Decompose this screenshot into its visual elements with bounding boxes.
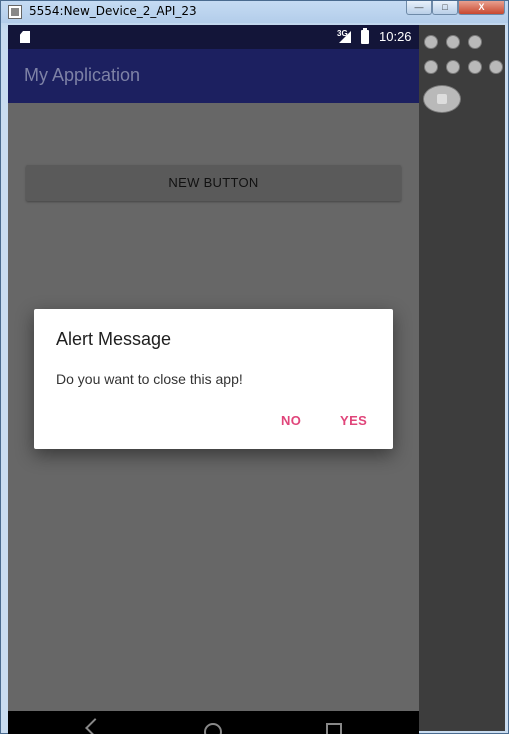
dialog-message: Do you want to close this app! <box>56 371 243 387</box>
minimize-button[interactable]: — <box>406 1 432 15</box>
emulator-controls-panel <box>419 25 505 731</box>
sd-card-icon <box>20 31 30 43</box>
back-key-icon[interactable] <box>468 60 482 74</box>
app-window-icon <box>8 5 22 19</box>
status-bar: 3G 10:26 <box>8 25 419 49</box>
window-titlebar: 5554:New_Device_2_API_23 — □ X <box>1 1 508 23</box>
app-bar: My Application <box>8 49 419 103</box>
volume-up-icon[interactable] <box>446 35 460 49</box>
back-icon[interactable] <box>85 718 105 734</box>
dialog-title: Alert Message <box>56 329 172 349</box>
volume-down-icon[interactable] <box>424 35 438 49</box>
app-title: My Application <box>24 65 141 85</box>
power-icon[interactable] <box>468 35 482 49</box>
home-key-icon[interactable] <box>424 60 438 74</box>
menu-key-icon[interactable] <box>446 60 460 74</box>
alert-dialog: Alert Message Do you want to close this … <box>34 309 393 449</box>
device-screen: 3G 10:26 My Application NEW BUTTON Alert… <box>8 25 419 734</box>
close-window-button[interactable]: X <box>458 1 505 15</box>
dpad-icon[interactable] <box>423 85 461 113</box>
battery-icon <box>361 28 369 44</box>
search-key-icon[interactable] <box>489 60 503 74</box>
maximize-button[interactable]: □ <box>432 1 458 15</box>
new-button[interactable]: NEW BUTTON <box>26 165 401 201</box>
no-button[interactable]: NO <box>281 413 301 428</box>
home-icon[interactable] <box>204 723 222 734</box>
recent-apps-icon[interactable] <box>326 723 342 734</box>
emulator-window: 5554:New_Device_2_API_23 — □ X 3G 10:26 … <box>0 0 509 734</box>
yes-button[interactable]: YES <box>340 413 367 428</box>
status-time: 10:26 <box>379 29 412 44</box>
navigation-bar <box>8 711 419 734</box>
window-title: 5554:New_Device_2_API_23 <box>29 4 197 18</box>
